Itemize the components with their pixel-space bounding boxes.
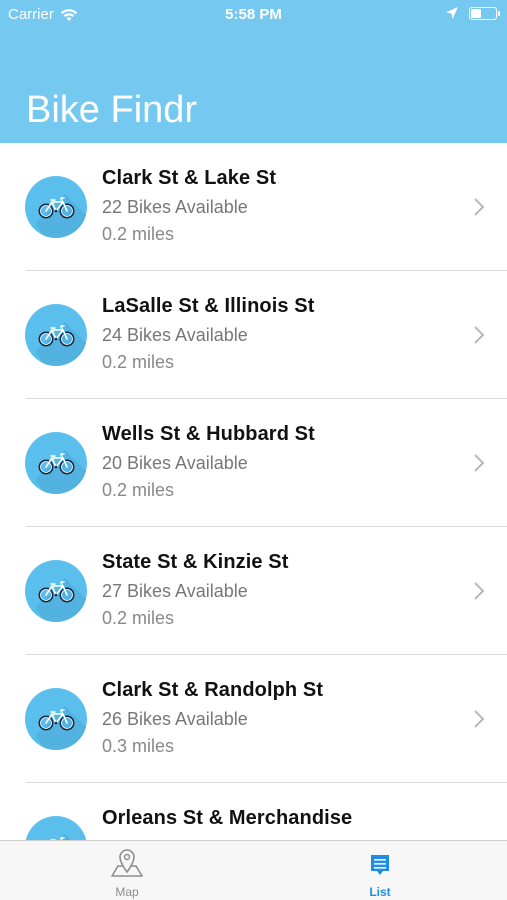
nav-header: Carrier 5:58 PM Bike Findr xyxy=(0,0,507,143)
tab-map[interactable]: Map xyxy=(87,845,167,899)
distance: 0.3 miles xyxy=(102,736,175,756)
station-name: Wells St & Hubbard St xyxy=(102,423,315,445)
chevron-right-icon xyxy=(474,582,485,600)
station-name: Orleans St & Merchandise xyxy=(102,807,353,829)
station-name: Clark St & Lake St xyxy=(102,167,277,189)
list-icon xyxy=(371,855,389,875)
tab-bar: Map List xyxy=(0,840,507,900)
list-item[interactable]: Orleans St & Merchandise xyxy=(0,783,507,840)
bikes-available: 27 Bikes Available xyxy=(102,581,248,601)
bikes-available: 26 Bikes Available xyxy=(102,709,248,729)
chevron-right-icon xyxy=(474,454,485,472)
bike-icon xyxy=(25,176,87,238)
station-name: LaSalle St & Illinois St xyxy=(102,295,315,317)
station-name: Clark St & Randolph St xyxy=(102,679,324,701)
map-icon xyxy=(111,849,143,877)
page-title: Bike Findr xyxy=(26,89,198,131)
chevron-right-icon xyxy=(474,326,485,344)
distance: 0.2 miles xyxy=(102,224,175,244)
list-item[interactable]: LaSalle St & Illinois St 24 Bikes Availa… xyxy=(0,271,507,399)
station-name: State St & Kinzie St xyxy=(102,551,289,573)
station-list[interactable]: Clark St & Lake St 22 Bikes Available 0.… xyxy=(0,143,507,840)
tab-list-label: List xyxy=(369,885,391,899)
bike-icon xyxy=(25,304,87,366)
bike-icon xyxy=(25,432,87,494)
distance: 0.2 miles xyxy=(102,608,175,628)
status-bar: Carrier 5:58 PM xyxy=(0,0,507,30)
chevron-right-icon xyxy=(474,198,485,216)
tab-list[interactable]: List xyxy=(340,845,420,899)
bikes-available: 22 Bikes Available xyxy=(102,197,248,217)
chevron-right-icon xyxy=(474,710,485,728)
list-item[interactable]: Clark St & Randolph St 26 Bikes Availabl… xyxy=(0,655,507,783)
status-right xyxy=(445,6,500,20)
list-item[interactable]: Clark St & Lake St 22 Bikes Available 0.… xyxy=(0,143,507,271)
status-time: 5:58 PM xyxy=(225,6,282,23)
bikes-available: 24 Bikes Available xyxy=(102,325,248,345)
distance: 0.2 miles xyxy=(102,352,175,372)
battery-icon xyxy=(469,6,500,20)
bike-icon xyxy=(25,688,87,750)
bike-icon xyxy=(25,560,87,622)
location-arrow-icon xyxy=(446,7,458,19)
list-item[interactable]: Wells St & Hubbard St 20 Bikes Available… xyxy=(0,399,507,527)
bikes-available: 20 Bikes Available xyxy=(102,453,248,473)
tab-map-label: Map xyxy=(115,885,139,899)
bike-icon xyxy=(25,816,87,840)
list-item[interactable]: State St & Kinzie St 27 Bikes Available … xyxy=(0,527,507,655)
distance: 0.2 miles xyxy=(102,480,175,500)
